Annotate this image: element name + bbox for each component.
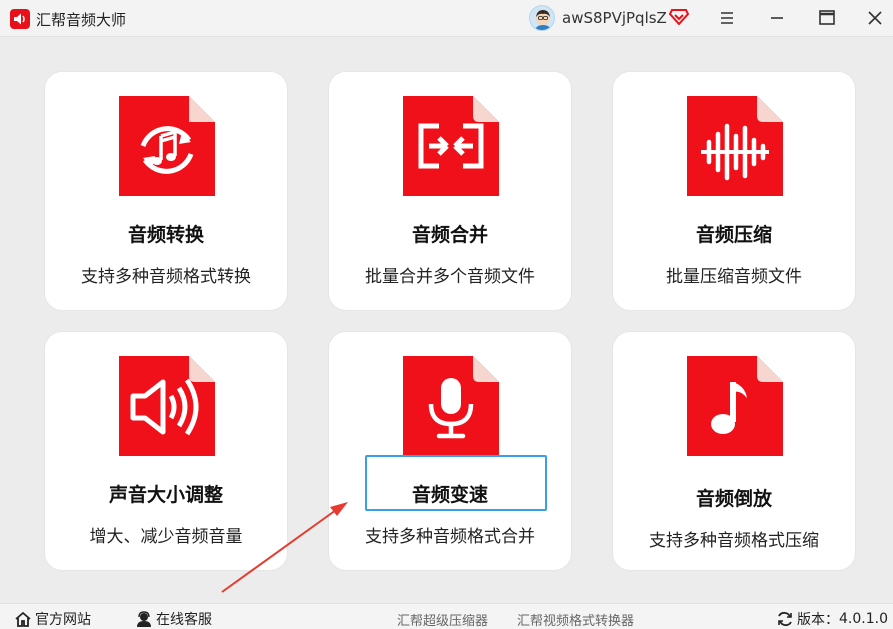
card-description: 支持多种音频格式转换 [81,267,251,287]
footer-bar: 官方网站 在线客服 汇帮超级压缩器 汇帮视频格式转换器 版本： 4.0.1.0 [0,603,893,629]
card-title: 音频合并 [411,224,488,246]
app-logo-icon [10,9,30,29]
card-title: 音频压缩 [695,224,772,246]
close-icon[interactable] [862,6,888,30]
video-converter-link[interactable]: 汇帮视频格式转换器 [517,610,634,629]
card-description: 批量压缩音频文件 [666,267,802,287]
super-compressor-link[interactable]: 汇帮超级压缩器 [397,610,488,629]
audio-merge-card[interactable]: 音频合并 批量合并多个音频文件 [328,71,572,311]
audio-merge-icon [403,96,499,196]
card-description: 支持多种音频格式合并 [365,527,535,547]
audio-compress-icon [687,96,783,196]
audio-compress-card[interactable]: 音频压缩 批量压缩音频文件 [612,71,856,311]
microphone-icon [403,356,499,456]
version-label: 版本： [797,612,839,628]
card-description: 增大、减少音频音量 [89,527,243,547]
website-link[interactable]: 官方网站 [14,609,91,629]
vip-diamond-icon[interactable] [668,7,690,26]
card-description: 支持多种音频格式压缩 [649,531,819,551]
home-icon [15,611,31,627]
minimize-icon[interactable] [764,6,790,30]
maximize-icon[interactable] [814,6,840,30]
music-note-icon [687,356,783,456]
volume-icon [119,356,215,456]
menu-icon[interactable] [714,6,740,30]
card-title: 声音大小调整 [108,484,223,506]
audio-reverse-card[interactable]: 音频倒放 支持多种音频格式压缩 [612,331,856,571]
title-bar: 汇帮音频大师 awS8PVjPqlsZ [0,0,893,37]
volume-adjust-card[interactable]: 声音大小调整 增大、减少音频音量 [44,331,288,571]
card-description: 批量合并多个音频文件 [365,267,535,287]
website-label: 官方网站 [35,612,91,628]
customer-service-icon [137,611,151,627]
support-label: 在线客服 [156,612,212,628]
card-title: 音频转换 [127,224,204,246]
version-number: 4.0.1.0 [839,611,888,627]
app-title: 汇帮音频大师 [36,11,127,29]
audio-convert-icon [119,96,215,196]
support-link[interactable]: 在线客服 [135,609,212,629]
card-title: 音频倒放 [695,488,772,510]
username: awS8PVjPqlsZ [562,9,667,27]
audio-speed-card[interactable]: 音频变速 支持多种音频格式合并 [328,331,572,571]
user-avatar[interactable] [529,5,555,31]
audio-convert-card[interactable]: 音频转换 支持多种音频格式转换 [44,71,288,311]
refresh-icon [778,611,792,627]
card-title: 音频变速 [411,484,488,506]
version-info[interactable]: 版本： 4.0.1.0 [776,609,888,629]
